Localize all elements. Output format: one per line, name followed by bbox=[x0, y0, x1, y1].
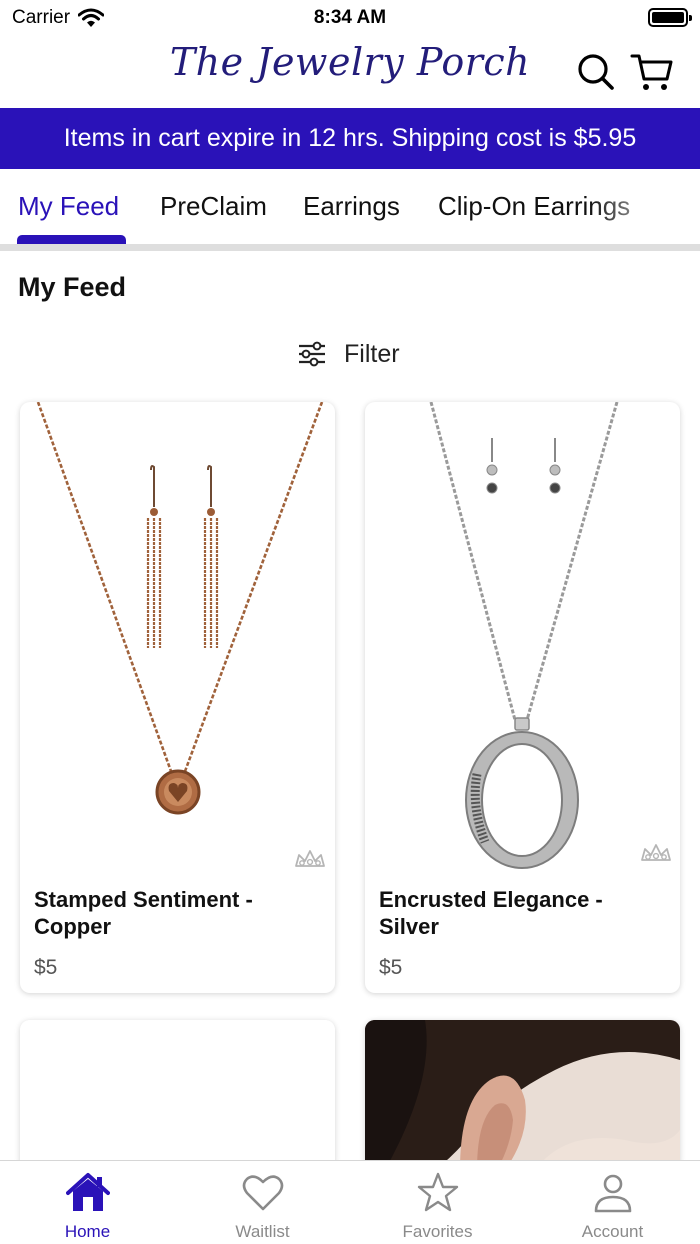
product-price: $5 bbox=[34, 956, 58, 979]
product-name: Stamped Sentiment - Copper bbox=[34, 887, 253, 939]
product-image bbox=[365, 1020, 680, 1170]
heart-icon bbox=[242, 1175, 284, 1211]
filter-sliders-icon bbox=[299, 341, 325, 367]
tabbar-label: Account bbox=[581, 1222, 644, 1241]
banner-text: Items in cart expire in 12 hrs. Shipping… bbox=[63, 124, 637, 152]
crown-icon bbox=[295, 850, 325, 867]
status-bar: Carrier 8:34 AM bbox=[0, 0, 700, 36]
tabbar-favorites[interactable]: Favorites bbox=[350, 1161, 525, 1244]
app-header: The Jewelry Porch bbox=[0, 36, 700, 108]
tabbar-label: Favorites bbox=[402, 1222, 473, 1241]
filter-button[interactable]: Filter bbox=[296, 336, 400, 372]
tabbar-waitlist[interactable]: Waitlist bbox=[175, 1161, 350, 1244]
product-image bbox=[36, 402, 324, 815]
tabs-divider bbox=[0, 244, 700, 251]
tab-earrings[interactable]: Earrings bbox=[303, 191, 400, 222]
product-price: $5 bbox=[379, 956, 403, 979]
product-image bbox=[429, 402, 619, 869]
tabs-fade bbox=[590, 169, 700, 243]
tabbar-label: Home bbox=[64, 1222, 111, 1241]
person-icon bbox=[594, 1174, 632, 1213]
category-tabs: My Feed PreClaim Earrings Clip-On Earrin… bbox=[0, 169, 700, 253]
search-icon bbox=[578, 54, 614, 90]
tabbar-account[interactable]: Account bbox=[525, 1161, 700, 1244]
tab-preclaim[interactable]: PreClaim bbox=[160, 191, 267, 222]
section-title: My Feed bbox=[18, 272, 127, 302]
cart-button[interactable] bbox=[630, 50, 674, 94]
product-name: Encrusted Elegance - Silver bbox=[379, 887, 603, 939]
product-card[interactable] bbox=[20, 1020, 335, 1170]
tab-my-feed[interactable]: My Feed bbox=[18, 191, 119, 222]
home-icon bbox=[66, 1173, 110, 1211]
product-card[interactable] bbox=[365, 1020, 680, 1170]
cart-icon bbox=[630, 54, 673, 90]
bottom-tab-bar: Home Waitlist Favorites Account bbox=[0, 1160, 700, 1244]
product-card[interactable]: Stamped Sentiment - Copper $5 bbox=[20, 402, 335, 993]
cart-expiry-banner: Items in cart expire in 12 hrs. Shipping… bbox=[0, 108, 700, 169]
search-button[interactable] bbox=[574, 50, 618, 94]
status-time: 8:34 AM bbox=[313, 7, 387, 28]
tabbar-home[interactable]: Home bbox=[0, 1161, 175, 1244]
active-tab-indicator bbox=[17, 235, 126, 244]
crown-icon bbox=[641, 844, 671, 861]
filter-label: Filter bbox=[344, 339, 400, 368]
product-card[interactable]: Encrusted Elegance - Silver $5 bbox=[365, 402, 680, 993]
tabbar-label: Waitlist bbox=[235, 1222, 290, 1241]
star-icon bbox=[417, 1172, 459, 1212]
battery-icon bbox=[648, 8, 692, 27]
product-image bbox=[20, 1020, 335, 1170]
